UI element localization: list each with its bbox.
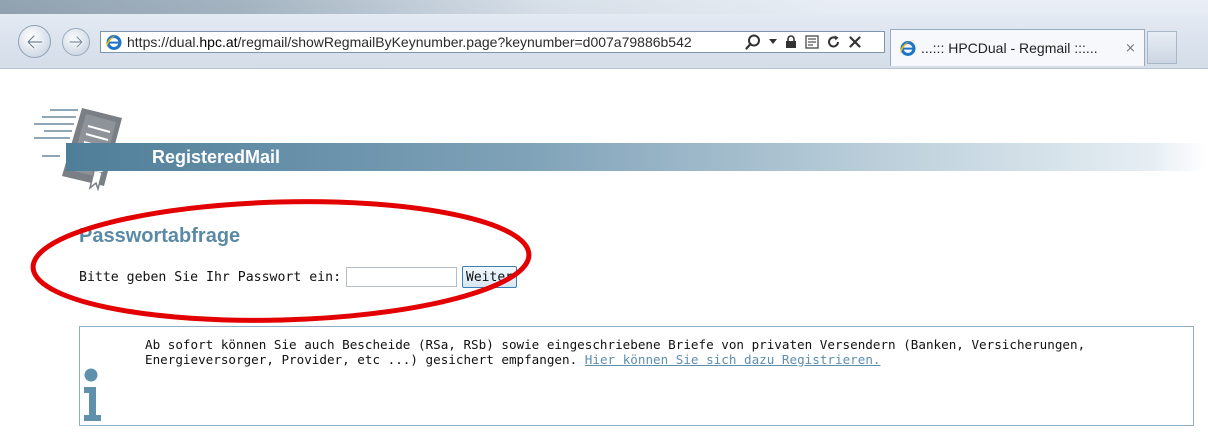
search-button[interactable]	[745, 34, 761, 50]
stop-button[interactable]	[849, 36, 861, 48]
url-prefix: https://dual.	[127, 34, 200, 50]
browser-chrome: https://dual.hpc.at/regmail/showRegmailB…	[0, 0, 1208, 69]
url-domain: hpc.at	[199, 34, 238, 50]
url-path: /regmail/showRegmailByKeynumber.page?key…	[237, 34, 692, 50]
info-box: Ab sofort können Sie auch Bescheide (RSa…	[79, 326, 1194, 426]
address-tools	[745, 34, 861, 50]
tab-close-icon[interactable]: ×	[1125, 41, 1136, 56]
highlight-ellipse	[30, 199, 532, 323]
compat-view-button[interactable]	[805, 35, 819, 49]
dropdown-button[interactable]	[769, 39, 777, 45]
tab-ie-logo-icon	[900, 40, 916, 56]
refresh-button[interactable]	[827, 35, 841, 49]
register-link[interactable]: Hier können Sie sich dazu Registrieren.	[585, 352, 881, 367]
ie-logo-icon	[106, 34, 122, 50]
back-icon	[26, 34, 43, 49]
lock-icon	[786, 35, 796, 48]
forward-button[interactable]	[62, 28, 90, 56]
back-button[interactable]	[18, 25, 51, 58]
forward-icon	[68, 36, 84, 48]
stop-icon	[849, 36, 861, 48]
info-text: Ab sofort können Sie auch Bescheide (RSa…	[145, 337, 1185, 367]
password-label: Bitte geben Sie Ihr Passwort ein:	[79, 269, 342, 285]
new-tab-button[interactable]	[1147, 31, 1177, 64]
lock-button[interactable]	[785, 35, 797, 49]
continue-button[interactable]: Weiter	[462, 266, 517, 288]
address-bar[interactable]: https://dual.hpc.at/regmail/showRegmailB…	[100, 31, 885, 53]
info-icon	[84, 368, 101, 421]
search-icon	[745, 34, 760, 50]
password-form: Bitte geben Sie Ihr Passwort ein: Weiter	[79, 266, 517, 288]
browser-tab[interactable]: ...::: HPCDual - Regmail :::... ×	[890, 29, 1145, 66]
site-title: RegisteredMail	[152, 147, 281, 167]
tab-title: ...::: HPCDual - Regmail :::...	[921, 40, 1098, 56]
dropdown-icon	[769, 39, 777, 44]
refresh-icon	[828, 35, 839, 48]
password-input[interactable]	[346, 267, 458, 287]
compat-icon	[805, 35, 819, 49]
window-titlebar	[0, 0, 1208, 14]
page-title: Passwortabfrage	[79, 225, 241, 247]
url-text[interactable]: https://dual.hpc.at/regmail/showRegmailB…	[127, 34, 739, 50]
